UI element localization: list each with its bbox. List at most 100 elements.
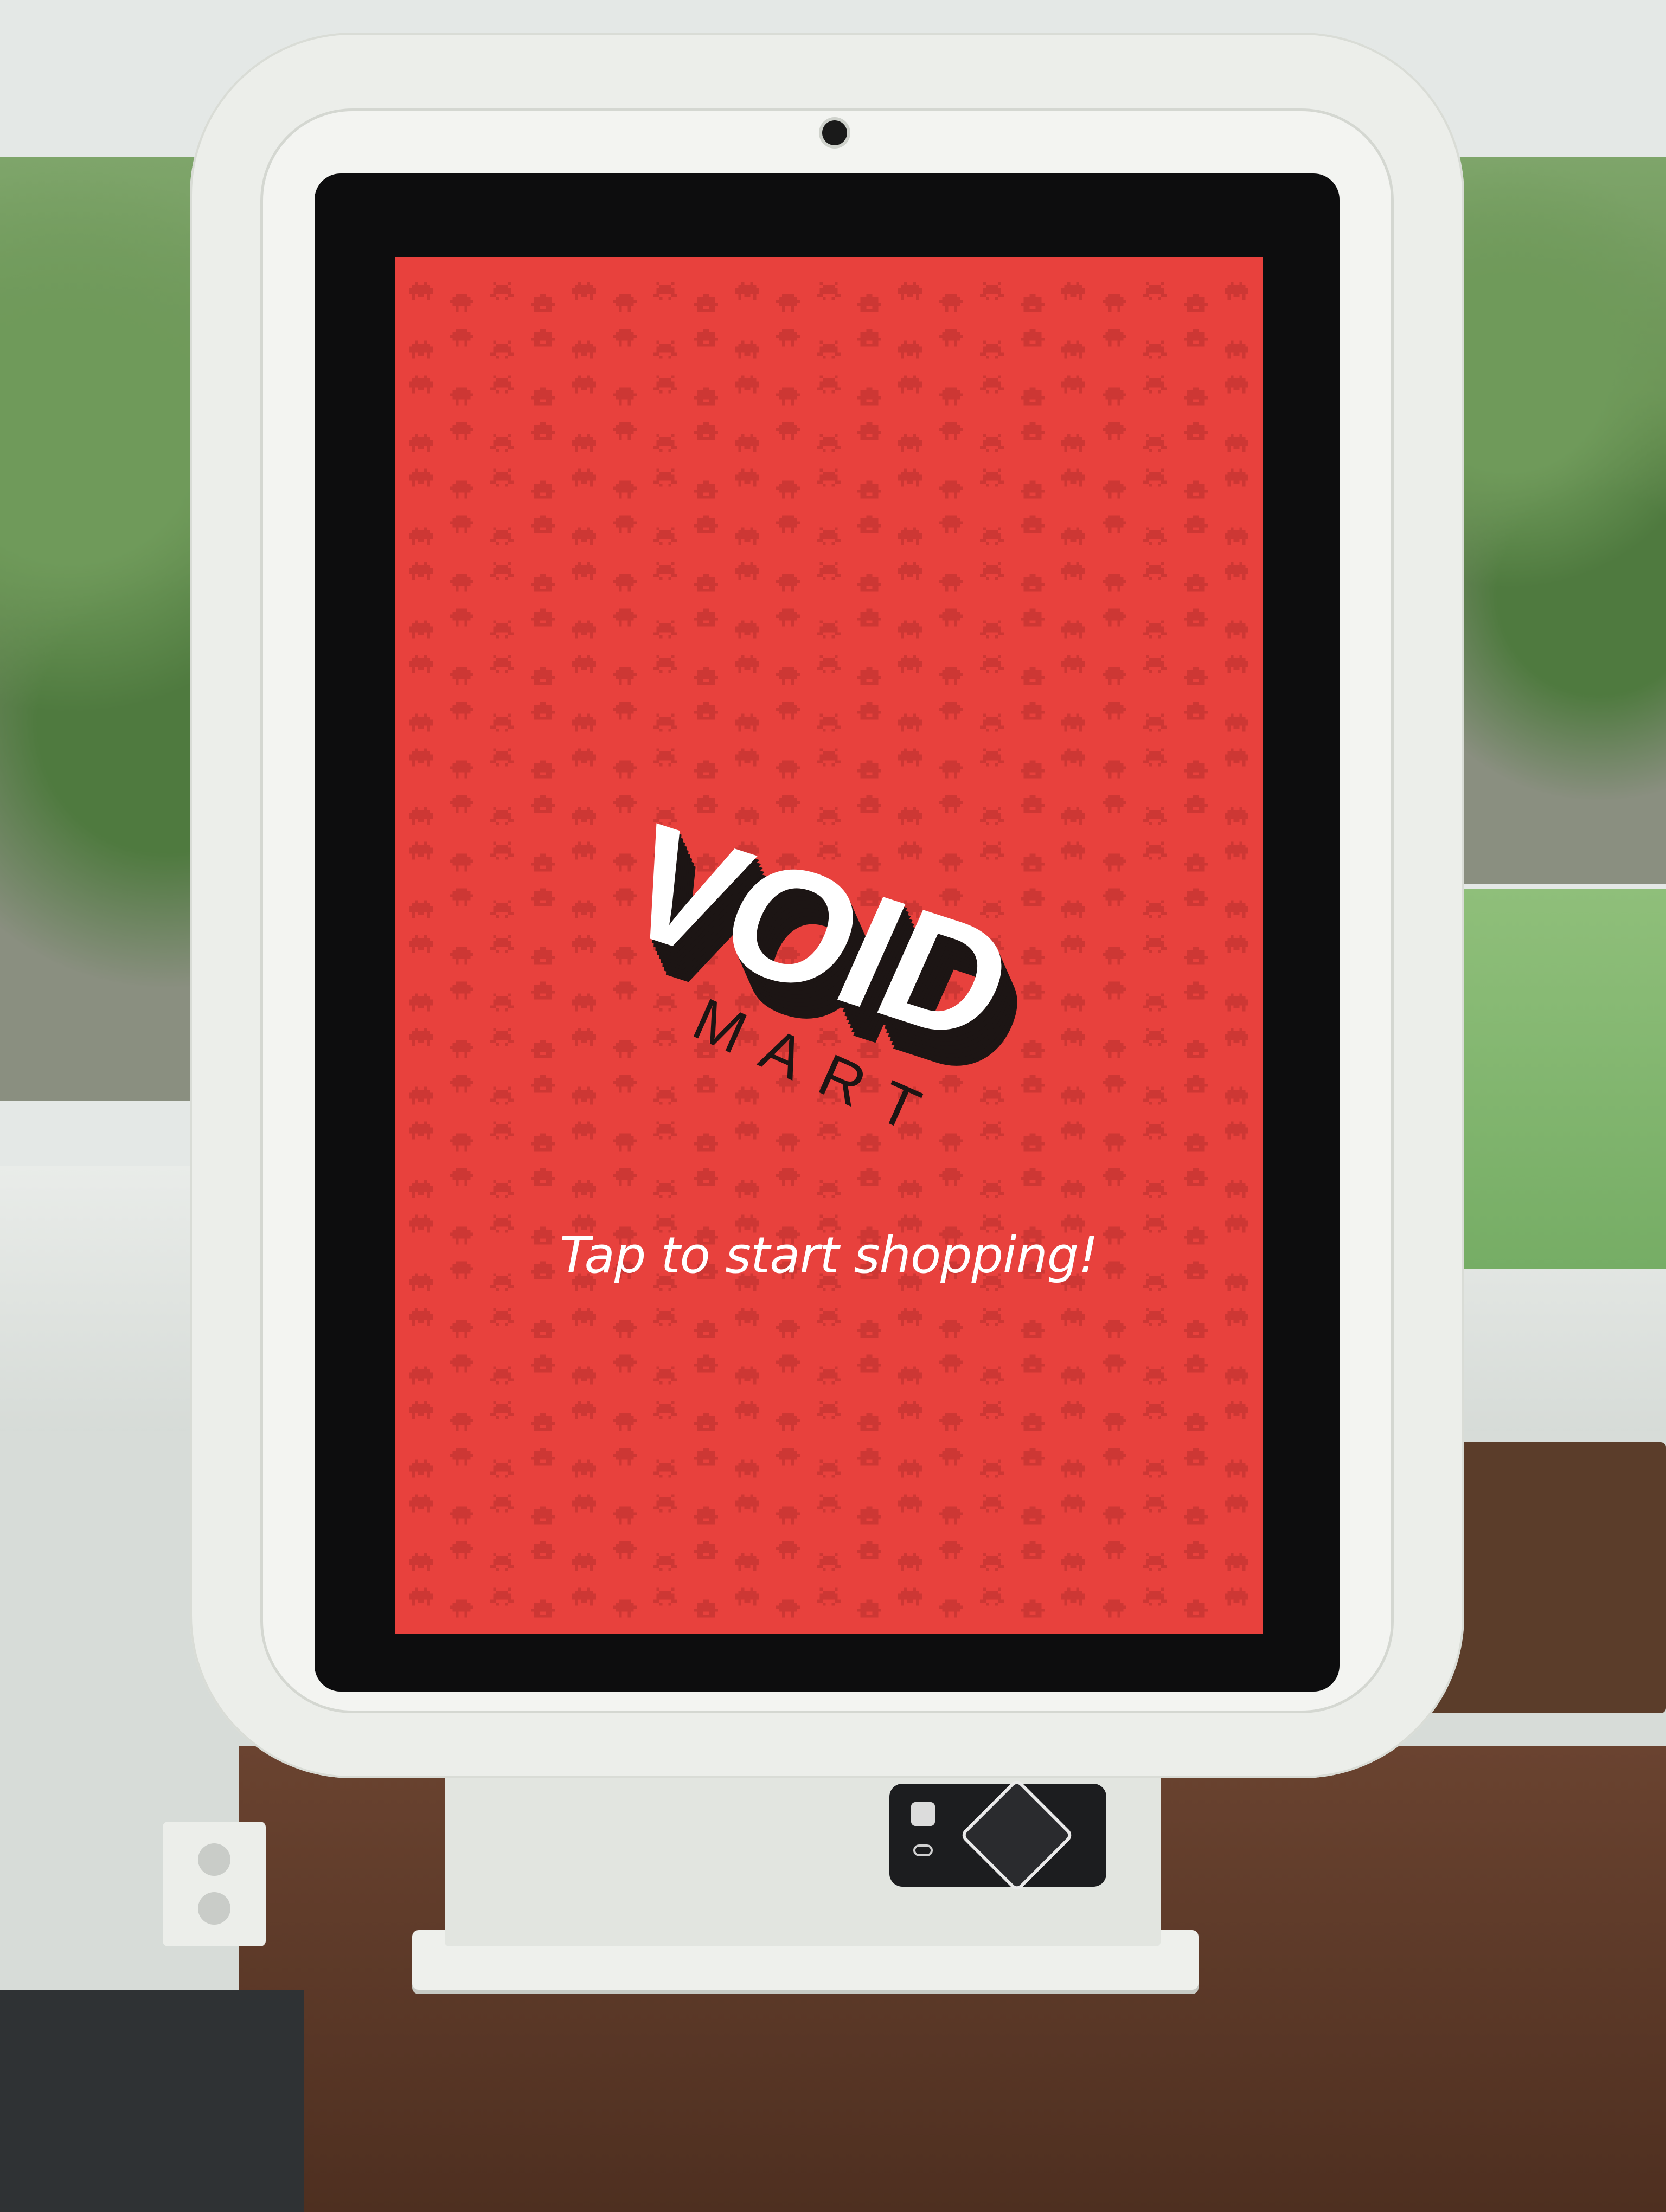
space-invader-icon: [490, 1459, 515, 1478]
space-invader-icon: [1225, 900, 1249, 918]
space-invader-icon: [408, 807, 433, 825]
space-invader-icon: [694, 329, 719, 347]
space-invader-icon: [490, 1401, 515, 1419]
space-invader-icon: [1184, 1448, 1208, 1466]
space-invader-icon: [898, 1180, 922, 1198]
space-invader-icon: [1184, 574, 1208, 592]
space-invader-icon: [1061, 1366, 1086, 1385]
space-invader-icon: [776, 1133, 800, 1152]
space-invader-icon: [490, 1308, 515, 1326]
start-screen[interactable]: VOID MART Tap to start shopping!: [395, 257, 1263, 1634]
space-invader-icon: [1225, 527, 1249, 545]
space-invader-icon: [979, 713, 1004, 732]
space-invader-icon: [531, 1448, 555, 1466]
space-invader-icon: [735, 468, 759, 487]
space-invader-icon: [1143, 375, 1167, 394]
space-invader-icon: [612, 515, 637, 533]
space-invader-icon: [653, 468, 678, 487]
space-invader-icon: [776, 1506, 800, 1525]
space-invader-icon: [694, 1168, 719, 1186]
space-invader-icon: [735, 1587, 759, 1606]
space-invader-icon: [1184, 947, 1208, 965]
space-invader-icon: [979, 1180, 1004, 1198]
tap-to-start-label[interactable]: Tap to start shopping!: [395, 1226, 1263, 1284]
space-invader-icon: [1225, 282, 1249, 300]
space-invader-icon: [408, 527, 433, 545]
space-invader-icon: [694, 1075, 719, 1093]
space-invader-icon: [531, 1506, 555, 1525]
space-invader-icon: [1061, 1553, 1086, 1571]
space-invader-icon: [449, 760, 473, 779]
space-invader-icon: [653, 562, 678, 580]
space-invader-icon: [857, 1354, 882, 1373]
space-invader-icon: [572, 527, 596, 545]
space-invader-icon: [572, 1086, 596, 1105]
space-invader-icon: [490, 748, 515, 767]
space-invader-icon: [408, 655, 433, 673]
space-invader-icon: [653, 655, 678, 673]
nfc-pad-icon[interactable]: [959, 1777, 1075, 1893]
space-invader-icon: [1225, 1553, 1249, 1571]
space-invader-icon: [531, 480, 555, 499]
space-invader-icon: [694, 574, 719, 592]
space-invader-icon: [1021, 515, 1045, 533]
space-invader-icon: [857, 1133, 882, 1152]
space-invader-icon: [612, 760, 637, 779]
space-invader-icon: [1102, 608, 1126, 627]
space-invader-icon: [694, 1541, 719, 1559]
space-invader-icon: [1184, 1320, 1208, 1338]
space-invader-icon: [735, 1180, 759, 1198]
space-invader-icon: [1021, 1168, 1045, 1186]
space-invader-icon: [612, 1075, 637, 1093]
space-invader-icon: [612, 667, 637, 685]
space-invader-icon: [816, 1308, 841, 1326]
space-invader-icon: [816, 713, 841, 732]
space-invader-icon: [653, 1459, 678, 1478]
space-invader-icon: [694, 1354, 719, 1373]
space-invader-icon: [1021, 1599, 1045, 1618]
space-invader-icon: [408, 1308, 433, 1326]
space-invader-icon: [979, 340, 1004, 359]
space-invader-icon: [1225, 562, 1249, 580]
space-invader-icon: [612, 1354, 637, 1373]
space-invader-icon: [939, 1599, 963, 1618]
space-invader-icon: [531, 387, 555, 406]
space-invader-icon: [898, 282, 922, 300]
space-invader-icon: [979, 468, 1004, 487]
space-invader-icon: [1225, 375, 1249, 394]
space-invader-icon: [653, 620, 678, 639]
space-invader-icon: [735, 620, 759, 639]
space-invader-icon: [408, 375, 433, 394]
space-invader-icon: [572, 468, 596, 487]
camera-icon: [822, 120, 847, 145]
space-invader-icon: [490, 1553, 515, 1571]
space-invader-icon: [449, 608, 473, 627]
space-invader-icon: [490, 807, 515, 825]
space-invader-icon: [449, 515, 473, 533]
space-invader-icon: [572, 1401, 596, 1419]
space-invader-icon: [449, 1354, 473, 1373]
space-invader-icon: [408, 1587, 433, 1606]
space-invader-icon: [735, 1401, 759, 1419]
space-invader-icon: [776, 1168, 800, 1186]
space-invader-icon: [857, 574, 882, 592]
space-invader-icon: [1143, 841, 1167, 860]
space-invader-icon: [979, 1494, 1004, 1513]
space-invader-icon: [776, 667, 800, 685]
space-invader-icon: [979, 1553, 1004, 1571]
space-invader-icon: [1061, 527, 1086, 545]
card-reader[interactable]: [889, 1777, 1106, 1893]
space-invader-icon: [816, 1494, 841, 1513]
space-invader-icon: [776, 1599, 800, 1618]
space-invader-icon: [572, 1180, 596, 1198]
space-invader-icon: [490, 340, 515, 359]
space-invader-icon: [1184, 702, 1208, 720]
space-invader-icon: [1184, 853, 1208, 872]
space-invader-icon: [898, 655, 922, 673]
space-invader-icon: [979, 1121, 1004, 1140]
space-invader-icon: [776, 574, 800, 592]
space-invader-icon: [1102, 294, 1126, 312]
space-invader-icon: [408, 748, 433, 767]
space-invader-icon: [735, 1553, 759, 1571]
space-invader-icon: [694, 1448, 719, 1466]
